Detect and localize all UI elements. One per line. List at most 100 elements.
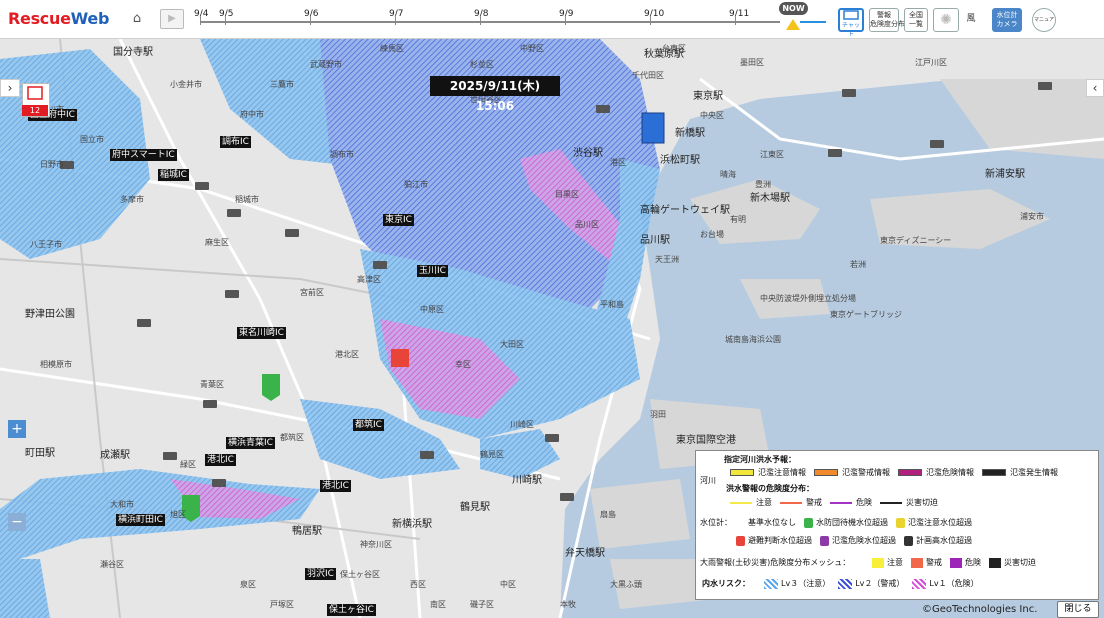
station-label: 品川駅 (640, 235, 670, 246)
place-label: 本牧 (560, 600, 576, 609)
timeline-date-label: 9/4 (194, 9, 209, 19)
station-label: 渋谷駅 (573, 148, 603, 159)
interchange-label: 横浜町田IC (116, 514, 165, 526)
legend-gauge-item: 計画高水位超過 (904, 535, 972, 546)
place-label: 磯子区 (470, 600, 494, 609)
place-label: 都筑区 (280, 433, 304, 442)
station-label: 東京駅 (693, 91, 723, 102)
legend-inundation-item: Lv３（注意） (764, 578, 830, 589)
legend-gauge-item-label: 氾濫注意水位超過 (908, 518, 972, 527)
copyright: ©GeoTechnologies Inc. (922, 604, 1038, 615)
now-marker-icon[interactable] (786, 19, 800, 30)
current-datetime: 2025/9/11(木) 15:06 (430, 76, 560, 113)
timeline-date-label: 9/9 (559, 9, 574, 19)
close-legend-button[interactable]: 閉じる (1057, 601, 1099, 618)
timeline-tick (480, 17, 481, 25)
station-label: 弁天橋駅 (565, 548, 605, 559)
station-label: 鶴見駅 (460, 502, 490, 513)
place-label: 西区 (410, 580, 426, 589)
home-icon[interactable]: ⌂ (128, 10, 146, 28)
warning-distribution-button[interactable]: 警報 危険度分布 (869, 8, 905, 32)
place-label: 多摩市 (120, 195, 144, 204)
place-label: 幸区 (455, 360, 471, 369)
water-label: 水位計 カメラ (996, 11, 1018, 28)
water-gauge-camera-button[interactable]: 水位計 カメラ (992, 8, 1022, 32)
legend-landslide-item: 危険 (950, 557, 981, 568)
timeline-date-label: 9/10 (644, 9, 665, 19)
legend-inundation-item: Lv２（警戒） (838, 578, 904, 589)
place-label: 南区 (430, 600, 446, 609)
interchange-label: 東京IC (383, 214, 414, 226)
legend-flood-item: 警戒 (780, 498, 822, 507)
legend-landslide-item: 警戒 (911, 557, 942, 568)
interchange-label: 東名川崎IC (237, 327, 286, 339)
place-label: 調布市 (330, 150, 354, 159)
place-label: 狛江市 (404, 180, 428, 189)
legend-designated-item-swatch (898, 469, 922, 476)
legend-gauge-item-label: 水防団待機水位超過 (816, 518, 888, 527)
timeline-tick (735, 17, 736, 25)
legend-gauge-item: 基準水位なし (736, 517, 796, 528)
expand-right-icon[interactable]: ‹ (1086, 79, 1104, 97)
station-label: 新橋駅 (675, 128, 705, 139)
place-label: 国立市 (80, 135, 104, 144)
flood-distribution-items: 注意 警戒 危険 災害切迫 (730, 497, 946, 508)
wind-button[interactable]: 風 (963, 8, 979, 32)
water-gauge-items-row1: 基準水位なし 水防団待機水位超過 氾濫注意水位超過 (736, 517, 980, 528)
sun-button[interactable]: ✺ (933, 8, 959, 32)
place-label: 中原区 (420, 305, 444, 314)
timeline-track[interactable] (200, 21, 780, 23)
station-label: 成瀬駅 (100, 450, 130, 461)
zoom-in-button[interactable]: + (8, 420, 26, 438)
legend-flood-item-label: 危険 (856, 498, 872, 507)
play-icon[interactable]: ▶ (160, 9, 184, 29)
warning-count-badge: 12 (22, 105, 48, 116)
legend-landslide-item-swatch (950, 557, 962, 568)
zoom-out-button[interactable]: − (8, 513, 26, 531)
legend-designated-item-swatch (982, 469, 1006, 476)
place-label: 八王子市 (30, 240, 62, 249)
place-label: 神奈川区 (360, 540, 392, 549)
timeline-date-label: 9/8 (474, 9, 489, 19)
river-label: 河川 (700, 476, 716, 485)
place-label: 相模原市 (40, 360, 72, 369)
grid-label: 全国 一覧 (909, 11, 923, 28)
station-label: 川崎駅 (512, 475, 542, 486)
place-label: 戸塚区 (270, 600, 294, 609)
place-label: 目黒区 (555, 190, 579, 199)
place-label: 中野区 (520, 44, 544, 53)
expand-left-icon[interactable]: › (0, 79, 20, 97)
grid-list-button[interactable]: 全国 一覧 (904, 8, 928, 32)
interchange-label: 横浜青葉IC (226, 437, 275, 449)
place-label: 江東区 (760, 150, 784, 159)
legend-gauge-item-label: 避難判断水位超過 (748, 536, 812, 545)
legend-inundation-item-swatch (764, 578, 778, 589)
place-label: 麻生区 (205, 238, 229, 247)
interchange-label: 港北IC (205, 454, 236, 466)
timeline-date-label: 9/11 (729, 9, 750, 19)
legend-panel: 指定河川洪水予報： 河川 氾濫注意情報 氾濫警戒情報 氾濫危険情報 氾濫発生情報 洪水… (695, 450, 1099, 600)
place-label: お台場 (700, 230, 724, 239)
top-toolbar: RescueWeb ⌂ ▶ NOW チャット 警報 危険度分布 全国 一覧 ✺ … (0, 0, 1104, 45)
interchange-label: 保土ヶ谷IC (327, 604, 376, 616)
legend-designated-item-label: 氾濫発生情報 (1010, 468, 1058, 477)
place-label: 保土ヶ谷区 (340, 570, 380, 579)
timeline-date-label: 9/7 (389, 9, 404, 19)
legend-gauge-item-label: 基準水位なし (748, 518, 796, 527)
station-label: 町田駅 (25, 448, 55, 459)
now-badge[interactable]: NOW (779, 2, 808, 15)
sun-icon: ✺ (940, 12, 952, 28)
logo-text-web: Web (70, 9, 110, 28)
rain-warning-icon (27, 86, 43, 100)
place-label: 大田区 (500, 340, 524, 349)
place-label: 瀬谷区 (100, 560, 124, 569)
chat-button[interactable]: チャット (838, 8, 864, 38)
app-logo[interactable]: RescueWeb (8, 9, 109, 28)
water-gauge-title: 水位計： (700, 518, 732, 527)
place-label: 緑区 (180, 460, 196, 469)
manual-button[interactable]: マニュアル (1032, 8, 1056, 45)
interchange-label: 調布IC (220, 136, 251, 148)
legend-flood-item: 危険 (830, 498, 872, 507)
legend-gauge-item: 氾濫注意水位超過 (896, 517, 972, 528)
station-label: 高輪ゲートウェイ駅 (640, 205, 730, 216)
